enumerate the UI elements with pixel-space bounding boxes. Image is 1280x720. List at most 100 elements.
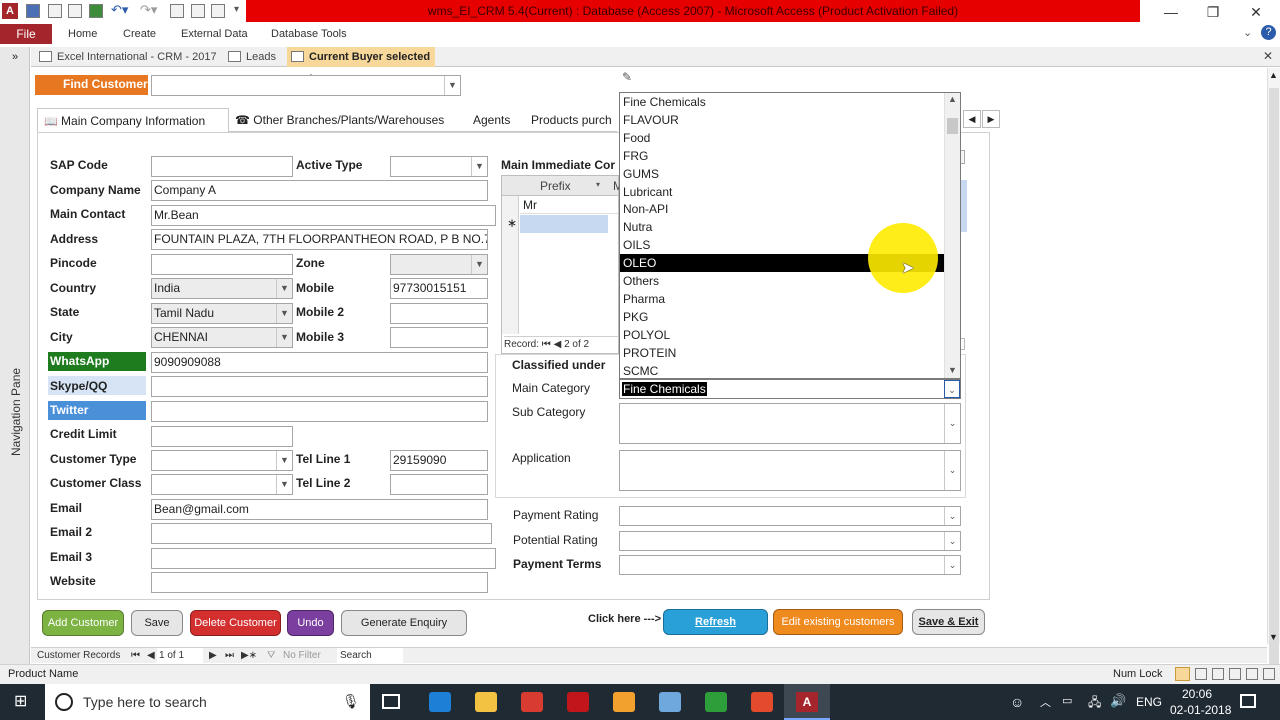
first-record-icon[interactable]: ⏮ — [131, 648, 140, 664]
last-record-icon[interactable]: ⏭ — [225, 648, 234, 664]
prev-record-icon[interactable]: ◀ — [554, 339, 562, 350]
list-item[interactable]: FRG — [620, 147, 944, 165]
paste-icon[interactable] — [211, 4, 225, 18]
country-combo[interactable]: India ▼ — [151, 278, 293, 299]
tel1-input[interactable]: 29159090 — [390, 450, 488, 471]
main-category-combo[interactable]: Fine Chemicals ⌄ — [619, 379, 961, 399]
file-tab[interactable]: File — [0, 24, 52, 44]
people-icon[interactable]: ☺ — [1010, 694, 1024, 710]
redo-icon[interactable]: ↷▾ — [140, 2, 157, 18]
clock-time[interactable]: 20:06 — [1182, 687, 1212, 701]
form-view-icon[interactable] — [1175, 667, 1190, 681]
tab-products-purchased[interactable]: Products purch — [525, 108, 617, 132]
chevron-down-icon[interactable]: ⌄ — [944, 404, 960, 443]
list-item[interactable]: Food — [620, 129, 944, 147]
save-button[interactable]: Save — [131, 610, 183, 636]
undo-icon[interactable]: ↶▾ — [111, 2, 128, 18]
email3-input[interactable] — [151, 548, 496, 569]
recorder-icon[interactable] — [751, 692, 773, 712]
scroll-thumb[interactable] — [1269, 88, 1279, 678]
tab-scroll-left-icon[interactable]: ◀ — [963, 110, 981, 128]
add-customer-button[interactable]: Add Customer — [42, 610, 124, 636]
chevron-down-icon[interactable]: ▼ — [276, 279, 292, 298]
tab-main-company-info[interactable]: 📖 Main Company Information — [37, 108, 229, 132]
list-item[interactable]: Lubricant — [620, 183, 944, 201]
windows-start-icon[interactable]: ⊞ — [14, 694, 30, 710]
potential-rating-combo[interactable]: ⌄ — [619, 531, 961, 551]
file-explorer-icon[interactable] — [475, 692, 497, 712]
clock-date[interactable]: 02-01-2018 — [1170, 703, 1231, 717]
notes-app-icon[interactable] — [659, 692, 681, 712]
tab-excel-international-crm[interactable]: Excel International - CRM - 2017 — [35, 47, 221, 67]
taskbar-search-box[interactable]: Type here to search 🎙 — [45, 684, 370, 720]
network-icon[interactable]: 🖧 — [1088, 693, 1101, 714]
delete-record-icon[interactable] — [48, 4, 62, 18]
task-view-icon[interactable] — [382, 694, 400, 709]
main-contact-input[interactable]: Mr.Bean — [151, 205, 496, 226]
pincode-input[interactable] — [151, 254, 293, 275]
help-icon[interactable]: ? — [1261, 25, 1276, 40]
edit-icon[interactable]: ✎ — [622, 70, 638, 86]
record-position[interactable]: 2 of 2 — [564, 339, 589, 350]
tel2-input[interactable] — [390, 474, 488, 495]
navigation-pane[interactable]: » Navigation Pane — [0, 47, 30, 664]
tab-current-buyer[interactable]: Current Buyer selected : — [287, 47, 435, 83]
close-document-icon[interactable]: ✕ — [1263, 49, 1273, 63]
prev-record-icon[interactable]: ◀ — [147, 648, 155, 664]
company-name-input[interactable]: Company A — [151, 180, 488, 201]
email2-input[interactable] — [151, 523, 492, 544]
edge-icon[interactable] — [429, 692, 451, 712]
table-row[interactable]: Mr — [520, 196, 618, 214]
payment-terms-combo[interactable]: ⌄ — [619, 555, 961, 575]
refresh-button[interactable]: Refresh — [663, 609, 768, 635]
tab-create[interactable]: Create — [123, 24, 156, 44]
zone-combo[interactable]: ▼ — [390, 254, 488, 275]
list-item[interactable]: PROTEIN — [620, 344, 944, 362]
tab-database-tools[interactable]: Database Tools — [271, 24, 347, 44]
delete-customer-button[interactable]: Delete Customer — [190, 610, 281, 636]
prefix-column-header[interactable]: Prefix — [540, 179, 571, 193]
pivot-view-icon[interactable] — [1246, 668, 1258, 680]
address-input[interactable]: FOUNTAIN PLAZA, 7TH FLOORPANTHEON ROAD, … — [151, 229, 488, 250]
search-input[interactable]: Search — [337, 648, 403, 664]
skype-input[interactable] — [151, 376, 488, 397]
customize-toolbar-icon[interactable]: ▾ — [234, 4, 239, 15]
mobile-input[interactable]: 97730015151 — [390, 278, 488, 299]
scroll-thumb[interactable] — [947, 118, 958, 134]
volume-icon[interactable]: 🔊 — [1110, 693, 1126, 709]
contacts-subform[interactable]: Prefix ▾ M Mr ∗ Record: ⏮ ◀ 2 of 2 — [501, 175, 623, 354]
list-item[interactable]: SCMC — [620, 362, 944, 378]
chevron-down-icon[interactable]: ▼ — [276, 451, 292, 470]
edit-existing-customers-button[interactable]: Edit existing customers — [773, 609, 903, 635]
scroll-down-icon[interactable]: ▼ — [948, 365, 957, 375]
sub-category-list[interactable]: ⌄ — [619, 403, 961, 444]
minimize-button[interactable]: — — [1156, 2, 1186, 22]
chevron-down-icon[interactable]: ⌄ — [944, 532, 960, 550]
undo-button[interactable]: Undo — [287, 610, 334, 636]
sap-code-input[interactable] — [151, 156, 293, 177]
record-position-input[interactable]: 1 of 1 — [157, 648, 203, 664]
list-item[interactable]: FLAVOUR — [620, 111, 944, 129]
list-item[interactable]: Non-API — [620, 200, 944, 218]
credit-limit-input[interactable] — [151, 426, 293, 447]
chevron-down-icon[interactable]: ⌄ — [944, 380, 960, 398]
tab-agents[interactable]: Agents — [467, 108, 523, 132]
new-record-icon[interactable]: ▶∗ — [241, 648, 257, 664]
next-record-icon[interactable]: ▶ — [209, 648, 217, 664]
tray-apps-icon[interactable]: ▭ — [1062, 694, 1072, 707]
restore-button[interactable]: ❐ — [1198, 2, 1228, 22]
chevron-up-icon[interactable]: ︿ — [1040, 694, 1051, 710]
camtasia-icon[interactable] — [705, 692, 727, 712]
tab-scroll-right-icon[interactable]: ▶ — [982, 110, 1000, 128]
chart-view-icon[interactable] — [1263, 668, 1275, 680]
tab-home[interactable]: Home — [68, 24, 97, 44]
save-exit-button[interactable]: Save & Exit — [912, 609, 985, 635]
copy-icon[interactable] — [170, 4, 184, 18]
list-item[interactable]: POLYOL — [620, 326, 944, 344]
whatsapp-input[interactable]: 9090909088 — [151, 352, 488, 373]
design-view-icon[interactable] — [1229, 668, 1241, 680]
mobile3-input[interactable] — [390, 327, 488, 348]
scroll-up-icon[interactable]: ▲ — [1269, 70, 1278, 80]
twitter-input[interactable] — [151, 401, 488, 422]
generate-enquiry-button[interactable]: Generate Enquiry — [341, 610, 467, 636]
